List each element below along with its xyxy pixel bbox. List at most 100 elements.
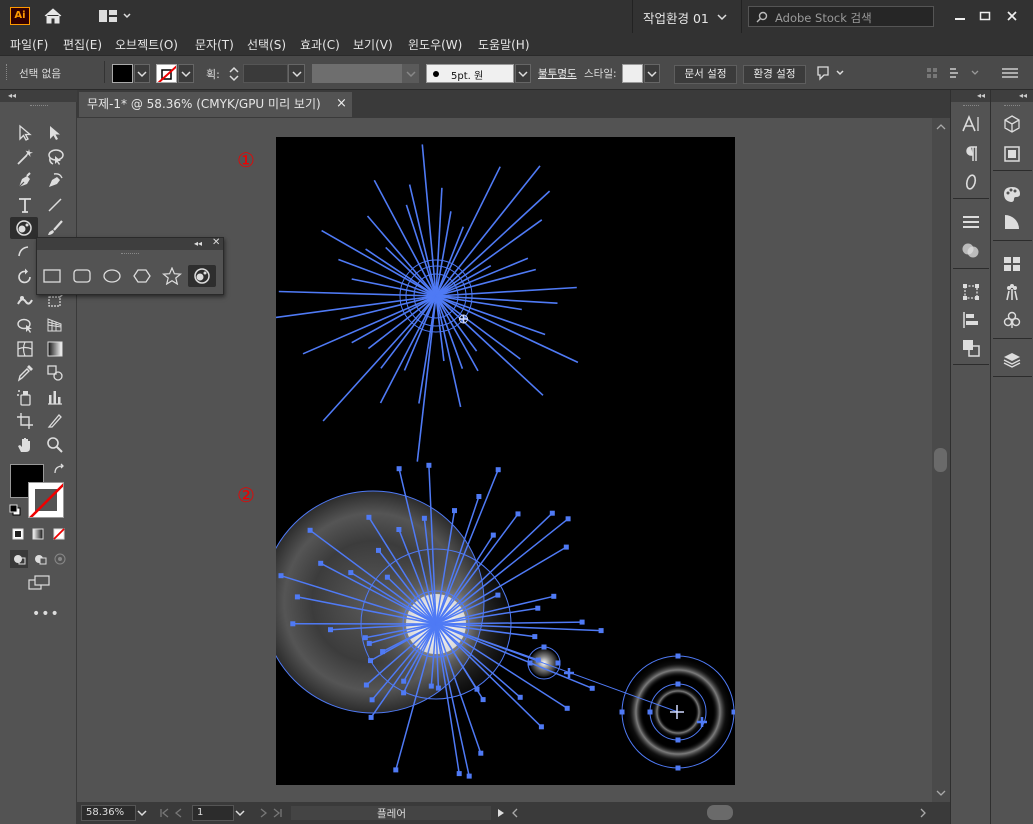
stroke-weight-input[interactable] bbox=[243, 64, 288, 83]
rectangle-tool-icon[interactable] bbox=[38, 265, 66, 287]
eyedropper-tool-icon[interactable] bbox=[12, 362, 38, 384]
pen-tool-icon[interactable] bbox=[12, 170, 38, 192]
pathfinder-panel-icon[interactable] bbox=[956, 336, 986, 360]
line-segment-tool-icon[interactable] bbox=[42, 194, 68, 216]
document-tab[interactable]: 무제-1* @ 58.36% (CMYK/GPU 미리 보기) × bbox=[79, 92, 352, 117]
color-guide-panel-icon[interactable] bbox=[997, 210, 1027, 234]
transparency-panel-icon[interactable] bbox=[956, 238, 986, 262]
draw-behind-icon[interactable] bbox=[31, 550, 49, 568]
paintbrush-tool-icon[interactable] bbox=[42, 217, 68, 239]
flare-tool-icon[interactable] bbox=[188, 265, 216, 287]
menu-effect[interactable]: 효과(C) bbox=[300, 36, 340, 53]
zoom-tool-icon[interactable] bbox=[42, 434, 68, 456]
shape-builder-tool-icon[interactable] bbox=[12, 314, 38, 336]
chevron-down-icon[interactable] bbox=[134, 64, 150, 83]
fill-swatch[interactable] bbox=[112, 64, 133, 83]
symbol-sprayer-tool-icon[interactable] bbox=[12, 386, 38, 408]
curvature-tool-icon[interactable] bbox=[42, 170, 68, 192]
stroke-swatch[interactable] bbox=[156, 64, 177, 83]
slice-tool-icon[interactable] bbox=[42, 410, 68, 432]
shaper-tool-icon[interactable] bbox=[12, 242, 38, 264]
collapse-icon[interactable]: ◂◂ bbox=[8, 91, 16, 100]
warp-tool-icon[interactable] bbox=[12, 290, 38, 312]
next-last-artboard-icon[interactable] bbox=[253, 806, 285, 820]
paragraph-panel-icon[interactable] bbox=[956, 142, 986, 166]
panel-menu-icon[interactable] bbox=[996, 64, 1024, 82]
scroll-down-icon[interactable] bbox=[935, 788, 947, 798]
draw-inside-icon[interactable] bbox=[51, 550, 69, 568]
menu-view[interactable]: 보기(V) bbox=[353, 36, 393, 53]
arrange-documents-icon[interactable] bbox=[98, 7, 134, 25]
stock-search-input[interactable]: Adobe Stock 검색 bbox=[748, 6, 934, 27]
selection-tool-icon[interactable] bbox=[12, 122, 38, 144]
symbols-panel-icon[interactable] bbox=[997, 308, 1027, 332]
menu-file[interactable]: 파일(F) bbox=[10, 36, 48, 53]
document-setup-button[interactable]: 문서 설정 bbox=[674, 65, 737, 84]
transform-options-icon[interactable] bbox=[947, 64, 987, 82]
artboard-tool-icon[interactable] bbox=[12, 410, 38, 432]
3d-materials-panel-icon[interactable] bbox=[997, 112, 1027, 136]
stroke-color-swatch[interactable] bbox=[28, 482, 64, 518]
direct-selection-tool-icon[interactable] bbox=[42, 122, 68, 144]
flare-tool-icon[interactable] bbox=[10, 217, 38, 239]
style-swatch[interactable] bbox=[622, 64, 643, 83]
polygon-tool-icon[interactable] bbox=[128, 265, 156, 287]
ellipse-tool-icon[interactable] bbox=[98, 265, 126, 287]
hand-tool-icon[interactable] bbox=[12, 434, 38, 456]
chevron-down-icon[interactable] bbox=[644, 64, 660, 83]
align-panel-icon[interactable] bbox=[956, 308, 986, 332]
puppet-warp-icon[interactable] bbox=[814, 63, 848, 83]
menu-select[interactable]: 선택(S) bbox=[247, 36, 286, 53]
mesh-tool-icon[interactable] bbox=[12, 338, 38, 360]
chevron-down-icon[interactable] bbox=[402, 64, 419, 83]
expand-icon[interactable]: ◂◂ bbox=[1019, 91, 1027, 100]
color-mode-icon[interactable] bbox=[10, 526, 26, 542]
variable-width-profile[interactable] bbox=[312, 64, 402, 83]
close-icon[interactable] bbox=[1000, 6, 1024, 26]
chevron-down-icon[interactable] bbox=[515, 64, 531, 83]
vertical-scrollbar[interactable] bbox=[932, 118, 950, 802]
minimize-icon[interactable] bbox=[948, 6, 972, 26]
menu-edit[interactable]: 편집(E) bbox=[63, 36, 102, 53]
artboards-panel-icon[interactable] bbox=[997, 142, 1027, 166]
gradient-mode-icon[interactable] bbox=[30, 526, 46, 542]
horizontal-scroll-thumb[interactable] bbox=[707, 805, 733, 820]
scroll-left-icon[interactable] bbox=[509, 806, 521, 820]
home-icon[interactable] bbox=[42, 6, 64, 26]
draw-normal-icon[interactable] bbox=[10, 550, 28, 568]
artboard-number-field[interactable]: 1 bbox=[192, 805, 234, 821]
chevron-down-icon[interactable] bbox=[178, 64, 194, 83]
stroke-stepper-icon[interactable] bbox=[227, 63, 241, 84]
status-menu-icon[interactable] bbox=[495, 806, 507, 820]
chevron-down-icon[interactable] bbox=[716, 10, 728, 24]
scroll-right-icon[interactable] bbox=[917, 806, 929, 820]
edit-toolbar-icon[interactable]: ••• bbox=[32, 606, 60, 622]
gradient-tool-icon[interactable] bbox=[42, 338, 68, 360]
collapse-icon[interactable]: ◂◂ bbox=[194, 239, 202, 248]
transform-panel-icon[interactable] bbox=[956, 280, 986, 304]
expand-icon[interactable]: ◂◂ bbox=[977, 91, 985, 100]
menu-object[interactable]: 오브젝트(O) bbox=[115, 36, 178, 53]
opentype-panel-icon[interactable] bbox=[956, 170, 986, 194]
rotate-tool-icon[interactable] bbox=[12, 266, 38, 288]
perspective-grid-tool-icon[interactable] bbox=[42, 314, 68, 336]
magic-wand-tool-icon[interactable] bbox=[12, 146, 38, 168]
chevron-down-icon[interactable] bbox=[234, 806, 246, 820]
lasso-tool-icon[interactable] bbox=[42, 146, 68, 168]
star-tool-icon[interactable] bbox=[158, 265, 186, 287]
artboard[interactable] bbox=[276, 137, 735, 785]
brush-definition-select[interactable]: 5pt. 원 bbox=[426, 64, 514, 83]
first-prev-artboard-icon[interactable] bbox=[157, 806, 189, 820]
scroll-up-icon[interactable] bbox=[935, 122, 947, 132]
character-panel-icon[interactable] bbox=[956, 112, 986, 136]
scroll-thumb[interactable] bbox=[934, 448, 947, 472]
preferences-button[interactable]: 환경 설정 bbox=[743, 65, 806, 84]
zoom-field[interactable]: 58.36% bbox=[81, 805, 136, 821]
color-panel-icon[interactable] bbox=[997, 182, 1027, 206]
workspace-switcher[interactable]: 작업환경 01 bbox=[643, 8, 709, 27]
rounded-rectangle-tool-icon[interactable] bbox=[68, 265, 96, 287]
restore-icon[interactable] bbox=[973, 6, 997, 26]
swap-colors-icon[interactable] bbox=[52, 462, 68, 476]
menu-type[interactable]: 문자(T) bbox=[195, 36, 234, 53]
menu-help[interactable]: 도움말(H) bbox=[478, 36, 530, 53]
